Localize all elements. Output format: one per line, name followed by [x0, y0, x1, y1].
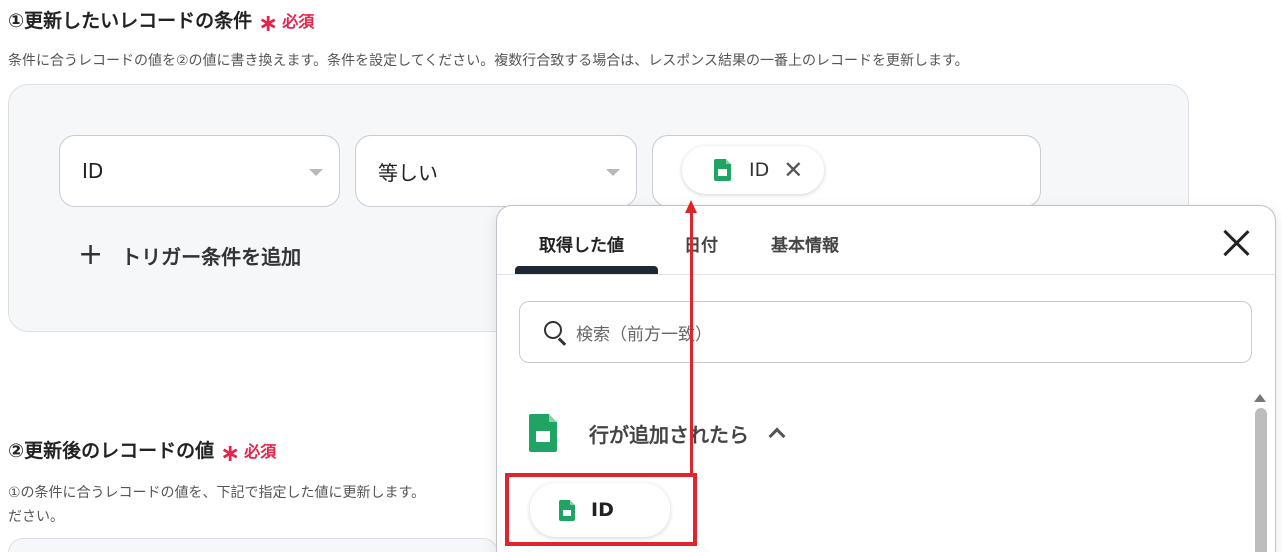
required-asterisk-icon: ∗ [258, 8, 279, 37]
plus-icon: + [78, 237, 104, 272]
annotation-arrow-head-icon [685, 200, 697, 213]
active-tab-indicator [515, 266, 658, 274]
scrollbar-thumb[interactable] [1255, 408, 1267, 552]
value-chip-label: ID [749, 159, 770, 181]
close-icon[interactable] [1221, 228, 1251, 258]
section2-description-line2: ださい。 [8, 509, 64, 525]
tab-acquired-values[interactable]: 取得した値 [539, 231, 624, 256]
value-chip[interactable]: ID ✕ [682, 146, 824, 194]
section2-title: ②更新後のレコードの値 ∗ 必須 [8, 438, 277, 467]
section2-description-line1: ①の条件に合うレコードの値を、下記で指定した値に更新します。 [8, 485, 426, 501]
required-badge: ∗ 必須 [220, 438, 277, 467]
group-header-row-added[interactable]: 行が追加されたら [529, 414, 786, 452]
close-icon[interactable]: ✕ [783, 158, 803, 182]
section2-field[interactable] [8, 538, 498, 552]
chevron-down-icon [606, 169, 620, 176]
required-badge: ∗ 必須 [258, 8, 315, 37]
search-input[interactable]: 検索（前方一致） [519, 301, 1252, 363]
tab-divider [497, 274, 1275, 275]
scroll-up-icon[interactable] [1254, 394, 1266, 402]
required-asterisk-icon: ∗ [220, 438, 241, 467]
chevron-up-icon[interactable] [768, 427, 786, 445]
chevron-down-icon [309, 169, 323, 176]
section1-title: ①更新したいレコードの条件 ∗ 必須 [8, 8, 315, 37]
annotation-highlight-box [505, 473, 697, 546]
annotation-arrow-line [690, 212, 693, 475]
search-icon [544, 321, 567, 346]
google-sheets-icon [714, 159, 731, 181]
add-condition-button[interactable]: + トリガー条件を追加 [78, 240, 301, 270]
section1-description: 条件に合うレコードの値を②の値に書き換えます。条件を設定してください。複数行合致… [8, 53, 969, 69]
operator-select[interactable]: 等しい [355, 135, 637, 207]
field-select[interactable]: ID [59, 135, 340, 207]
google-sheets-icon [529, 414, 557, 452]
tab-basic-info[interactable]: 基本情報 [771, 231, 839, 256]
